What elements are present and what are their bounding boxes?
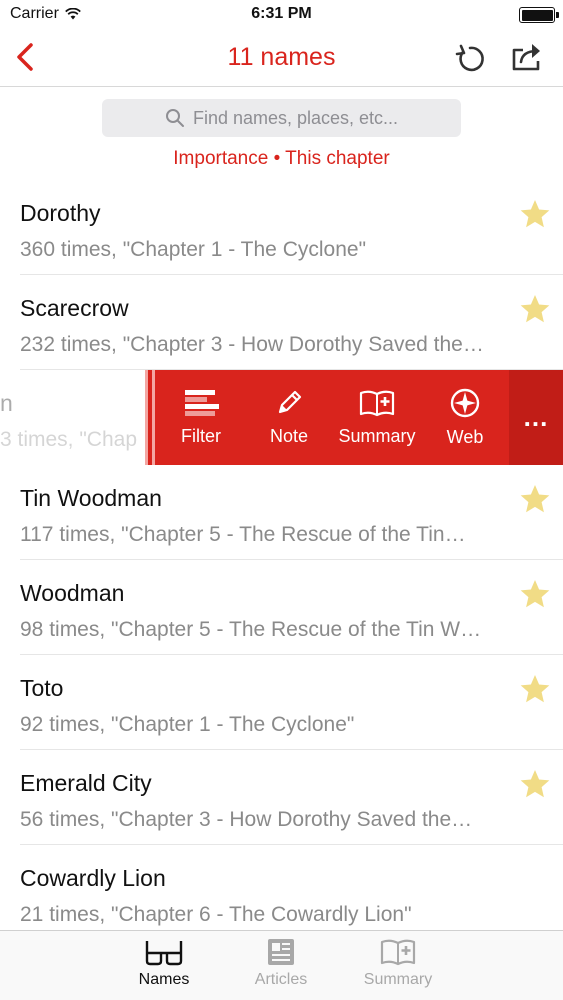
note-button[interactable]: Note	[245, 370, 333, 465]
item-name: Cowardly Lion	[20, 865, 166, 891]
tab-articles[interactable]: Articles	[226, 937, 336, 989]
summary-label: Summary	[338, 426, 416, 446]
tab-bar: Names Articles Summary	[0, 930, 563, 1000]
star-icon[interactable]	[519, 768, 551, 800]
item-detail: 56 times, "Chapter 3 - How Dorothy Saved…	[20, 808, 473, 831]
list-item[interactable]: Tin Woodman 117 times, "Chapter 5 - The …	[0, 465, 563, 560]
search-icon	[165, 109, 184, 127]
item-name: Toto	[20, 675, 64, 701]
filter-button[interactable]: Filter	[157, 370, 245, 465]
sort-filter-link[interactable]: Importance • This chapter	[0, 148, 563, 170]
refresh-icon	[455, 44, 484, 72]
list-item[interactable]: Toto 92 times, "Chapter 1 - The Cyclone"	[0, 655, 563, 750]
item-detail: 21 times, "Chapter 6 - The Cowardly Lion…	[20, 903, 412, 926]
tab-names[interactable]: Names	[109, 937, 219, 989]
filter-label: Filter	[181, 426, 221, 446]
book-plus-icon	[380, 939, 416, 966]
book-plus-icon	[359, 390, 395, 417]
list-item[interactable]: Woodman 98 times, "Chapter 5 - The Rescu…	[0, 560, 563, 655]
pencil-icon	[278, 390, 302, 414]
tab-label: Summary	[363, 971, 433, 988]
search-input[interactable]: Find names, places, etc...	[102, 99, 461, 137]
share-button[interactable]	[510, 40, 546, 74]
more-icon: ...	[523, 402, 549, 432]
star-icon[interactable]	[519, 578, 551, 610]
list-item[interactable]: Emerald City 56 times, "Chapter 3 - How …	[0, 750, 563, 845]
refresh-button[interactable]	[453, 42, 487, 76]
star-icon[interactable]	[519, 673, 551, 705]
glasses-icon	[145, 941, 183, 966]
item-detail: 360 times, "Chapter 1 - The Cyclone"	[20, 238, 367, 261]
share-icon	[512, 44, 540, 71]
tab-label: Articles	[254, 971, 308, 988]
note-label: Note	[269, 426, 309, 446]
star-icon[interactable]	[519, 198, 551, 230]
battery-icon	[519, 7, 559, 23]
web-button[interactable]: Web	[421, 370, 509, 465]
search-placeholder: Find names, places, etc...	[192, 107, 399, 128]
list-item[interactable]: Dorothy 360 times, "Chapter 1 - The Cycl…	[0, 180, 563, 275]
item-name: Scarecrow	[20, 295, 129, 321]
item-name: Emerald City	[20, 770, 152, 796]
item-name: n	[0, 390, 13, 416]
list-item[interactable]: Cowardly Lion 21 times, "Chapter 6 - The…	[0, 845, 563, 940]
status-time: 6:31 PM	[251, 5, 312, 22]
names-list: Dorothy 360 times, "Chapter 1 - The Cycl…	[0, 180, 563, 940]
item-name: Woodman	[20, 580, 125, 606]
filter-icon	[185, 390, 219, 416]
item-detail: 117 times, "Chapter 5 - The Rescue of th…	[20, 523, 466, 546]
newspaper-icon	[268, 939, 294, 965]
action-bar-edge	[145, 370, 157, 465]
summary-button[interactable]: Summary	[333, 370, 421, 465]
status-bar: Carrier 6:31 PM	[0, 0, 563, 30]
tab-summary[interactable]: Summary	[343, 937, 453, 989]
item-detail: 98 times, "Chapter 5 - The Rescue of the…	[20, 618, 482, 641]
star-icon[interactable]	[519, 293, 551, 325]
swipe-action-bar: Filter Note Summary Web ...	[145, 370, 563, 465]
compass-icon	[450, 388, 480, 418]
more-button[interactable]: ...	[509, 370, 563, 465]
star-icon[interactable]	[519, 483, 551, 515]
navigation-bar: 11 names	[0, 30, 563, 87]
tab-label: Names	[138, 971, 190, 988]
item-name: Dorothy	[20, 200, 101, 226]
item-detail: 232 times, "Chapter 3 - How Dorothy Save…	[20, 333, 484, 356]
list-item-swiped[interactable]: n 3 times, "Chap Filter Note Summary Web…	[0, 370, 563, 465]
item-detail: 92 times, "Chapter 1 - The Cyclone"	[20, 713, 355, 736]
web-label: Web	[446, 427, 484, 447]
item-name: Tin Woodman	[20, 485, 162, 511]
list-item[interactable]: Scarecrow 232 times, "Chapter 3 - How Do…	[0, 275, 563, 370]
